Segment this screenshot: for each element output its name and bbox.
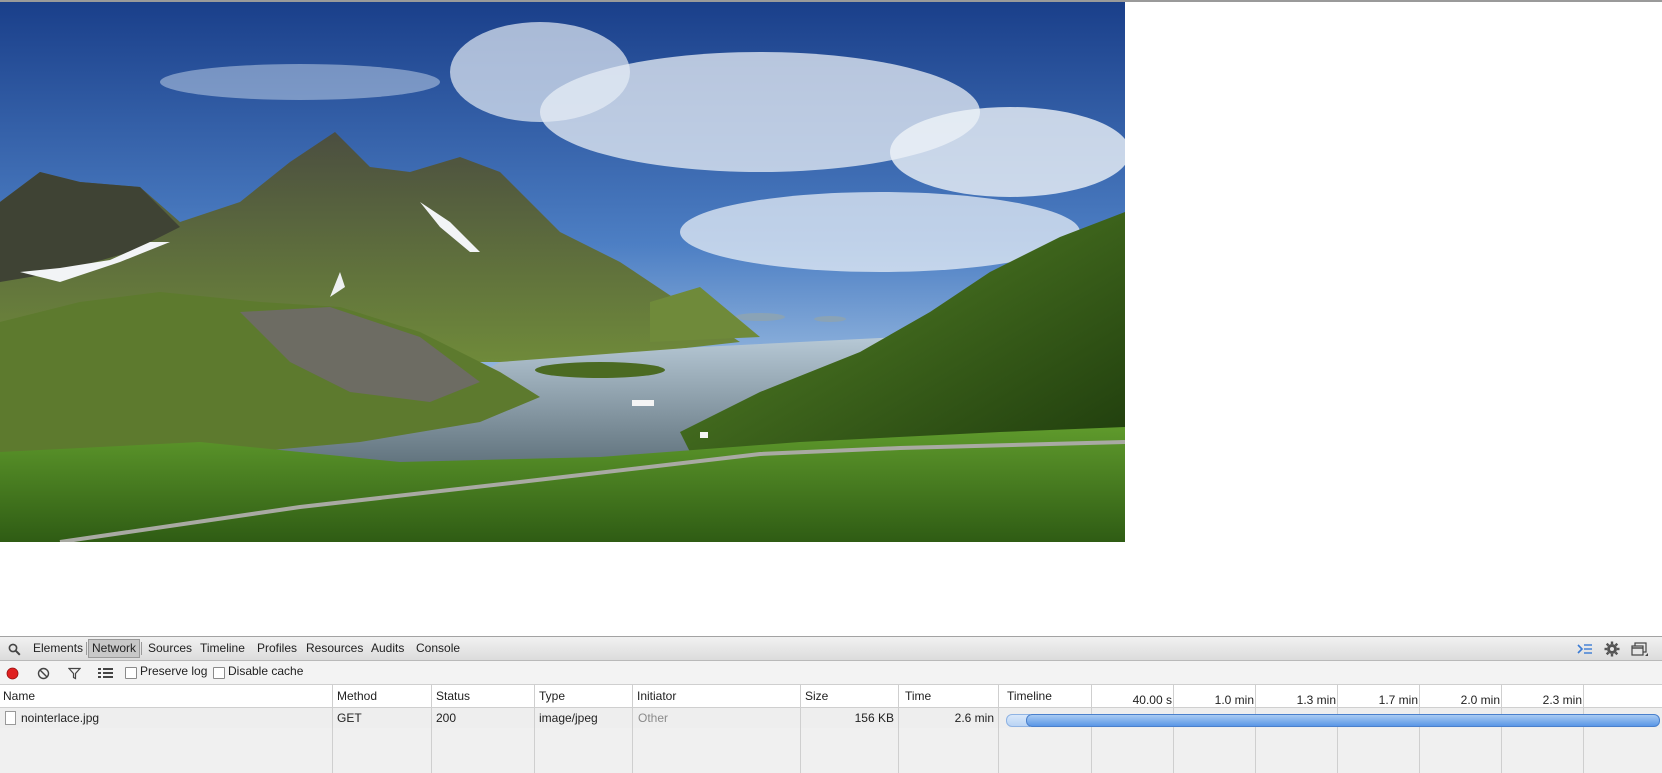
tab-separator bbox=[141, 642, 142, 655]
column-header-timeline[interactable]: Timeline bbox=[1004, 685, 1052, 707]
column-divider bbox=[800, 685, 801, 773]
tab-timeline[interactable]: Timeline bbox=[197, 640, 248, 657]
request-size: 156 KB bbox=[854, 711, 894, 725]
timeline-tick: 1.0 min bbox=[1214, 693, 1254, 707]
preserve-log-label: Preserve log bbox=[140, 664, 208, 678]
timeline-tick: 1.3 min bbox=[1296, 693, 1336, 707]
column-header-time[interactable]: Time bbox=[902, 685, 931, 707]
tab-resources[interactable]: Resources bbox=[303, 640, 366, 657]
column-divider bbox=[534, 685, 535, 773]
request-initiator: Other bbox=[638, 711, 669, 725]
column-header-method[interactable]: Method bbox=[334, 685, 377, 707]
devtools-tabbar: Elements Network Sources Timeline Profil… bbox=[0, 637, 1662, 661]
network-table-header: Name Method Status Type Initiator Size T… bbox=[0, 685, 1662, 708]
disable-cache-checkbox[interactable] bbox=[213, 667, 225, 679]
timeline-tick: 1.7 min bbox=[1378, 693, 1418, 707]
search-icon[interactable] bbox=[6, 641, 22, 657]
column-header-name[interactable]: Name bbox=[0, 685, 35, 707]
devtools-panel: Elements Network Sources Timeline Profil… bbox=[0, 636, 1662, 773]
timeline-gridline bbox=[1337, 685, 1338, 773]
network-table-empty-area bbox=[0, 728, 1662, 773]
request-time: 2.6 min bbox=[954, 711, 994, 725]
tab-console[interactable]: Console bbox=[413, 640, 463, 657]
tab-audits[interactable]: Audits bbox=[368, 640, 407, 657]
record-icon[interactable] bbox=[5, 666, 19, 680]
tab-network[interactable]: Network bbox=[88, 639, 141, 658]
console-drawer-icon[interactable] bbox=[1576, 641, 1594, 657]
timeline-gridline bbox=[1583, 685, 1584, 773]
tab-separator bbox=[86, 642, 87, 655]
request-status: 200 bbox=[436, 711, 457, 725]
column-header-type[interactable]: Type bbox=[536, 685, 565, 707]
column-divider bbox=[898, 685, 899, 773]
list-view-icon[interactable] bbox=[97, 666, 113, 680]
request-method: GET bbox=[337, 711, 362, 725]
request-name[interactable]: nointerlace.jpg bbox=[21, 711, 99, 725]
preserve-log-checkbox[interactable] bbox=[125, 667, 137, 679]
network-toolbar: Preserve log Disable cache bbox=[0, 661, 1662, 685]
clear-icon[interactable] bbox=[36, 666, 50, 680]
timeline-gridline bbox=[1501, 685, 1502, 773]
disable-cache-label: Disable cache bbox=[228, 664, 304, 678]
column-divider bbox=[998, 685, 999, 773]
dock-icon[interactable] bbox=[1629, 640, 1651, 658]
column-header-initiator[interactable]: Initiator bbox=[634, 685, 676, 707]
column-divider bbox=[431, 685, 432, 773]
landscape-image bbox=[0, 2, 1125, 542]
gear-icon[interactable] bbox=[1603, 640, 1621, 658]
timeline-download-bar[interactable] bbox=[1026, 714, 1660, 727]
tab-profiles[interactable]: Profiles bbox=[254, 640, 300, 657]
column-header-status[interactable]: Status bbox=[433, 685, 470, 707]
timeline-tick: 2.0 min bbox=[1460, 693, 1500, 707]
tab-sources[interactable]: Sources bbox=[145, 640, 195, 657]
request-type: image/jpeg bbox=[539, 711, 598, 725]
column-header-size[interactable]: Size bbox=[802, 685, 828, 707]
timeline-gridline bbox=[1255, 685, 1256, 773]
timeline-gridline bbox=[1419, 685, 1420, 773]
filter-icon[interactable] bbox=[67, 666, 81, 680]
timeline-tick: 40.00 s bbox=[1132, 693, 1172, 707]
timeline-gridline bbox=[1091, 685, 1092, 773]
column-divider bbox=[332, 685, 333, 773]
timeline-gridline bbox=[1173, 685, 1174, 773]
timeline-tick: 2.3 min bbox=[1542, 693, 1582, 707]
tab-elements[interactable]: Elements bbox=[30, 640, 86, 657]
file-icon bbox=[5, 711, 16, 725]
column-divider bbox=[632, 685, 633, 773]
